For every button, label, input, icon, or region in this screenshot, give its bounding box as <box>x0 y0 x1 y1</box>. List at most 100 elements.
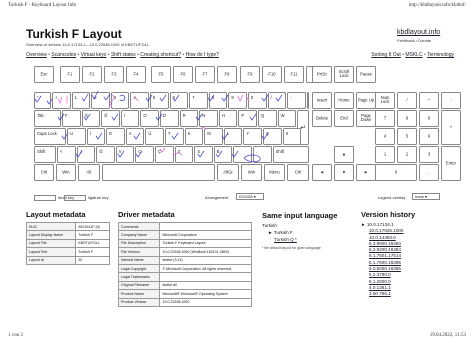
key-u[interactable]: U <box>67 128 86 145</box>
key-r[interactable]: R <box>179 110 199 127</box>
key-sym[interactable]: Ö <box>96 146 115 163</box>
key-np-minus[interactable]: - <box>441 92 461 109</box>
key-num-3[interactable]: 3 <box>110 92 130 109</box>
key-f11[interactable]: F11 <box>284 66 304 83</box>
key-num-lock[interactable]: Num Lock <box>375 92 395 109</box>
key-num-sym[interactable]: / <box>267 92 287 109</box>
key-np-6[interactable]: 6 <box>419 128 439 145</box>
key-f9[interactable]: F9 <box>240 66 260 83</box>
key-np-4[interactable]: 4 <box>375 128 395 145</box>
key-t[interactable]: T <box>165 128 184 145</box>
key-np-enter[interactable]: Enter <box>441 146 461 181</box>
key-num-7[interactable]: 7 <box>189 92 208 109</box>
key-alt-left[interactable]: Alt <box>78 164 100 181</box>
key-f7[interactable]: F7 <box>195 66 215 83</box>
key-np-2[interactable]: 2 <box>397 146 417 163</box>
arrow-up-key[interactable]: ▲ <box>334 146 354 163</box>
key-np-8[interactable]: 8 <box>397 110 417 127</box>
key-f10[interactable]: F10 <box>262 66 282 83</box>
key-space[interactable] <box>102 164 215 181</box>
arrow-down-key[interactable]: ▼ <box>334 164 354 181</box>
key-m[interactable]: M <box>204 128 223 145</box>
key-np-decimal[interactable]: , <box>419 164 439 181</box>
key-sym[interactable]: Ç <box>155 146 174 163</box>
key-w[interactable]: W <box>277 110 297 127</box>
key-num-sym[interactable]: - <box>287 92 306 109</box>
key-ctrl-right[interactable]: Ctrl <box>287 164 309 181</box>
key-f2[interactable]: F2 <box>82 66 102 83</box>
key-insert[interactable]: Insert <box>312 92 332 109</box>
key-menu[interactable]: Menu <box>264 164 285 181</box>
key-f1[interactable]: F1 <box>60 66 80 83</box>
key-sym[interactable]: , <box>253 146 272 163</box>
key-p[interactable]: P <box>238 110 257 127</box>
key-j[interactable]: J <box>76 146 96 163</box>
key-delete[interactable]: Delete <box>312 110 332 127</box>
key-ctrl-left[interactable]: Ctrl <box>34 164 54 181</box>
key-l[interactable]: L <box>223 128 243 145</box>
key-num-5[interactable]: 5 <box>150 92 169 109</box>
key-o[interactable]: O <box>140 110 159 127</box>
key-shift-left[interactable]: Shift <box>34 146 56 163</box>
key-shift-right[interactable]: Shift <box>272 146 309 163</box>
key-win-right[interactable]: Win <box>241 164 262 181</box>
key-f5[interactable]: F5 <box>151 66 171 83</box>
key-g[interactable]: G <box>81 110 101 127</box>
key-np-3[interactable]: 3 <box>419 146 439 163</box>
key-num-2[interactable]: 2 <box>91 92 110 109</box>
key-caps-lock[interactable]: Caps Lock <box>34 128 66 145</box>
key-prtsc[interactable]: PrtSc <box>312 66 332 83</box>
key-home[interactable]: Home <box>334 92 354 109</box>
key-h[interactable]: H <box>218 110 238 127</box>
key-q[interactable]: Q <box>258 110 277 127</box>
key-n[interactable]: N <box>199 110 218 127</box>
key-np-multiply[interactable]: * <box>419 92 439 109</box>
key-y[interactable]: Y <box>243 128 262 145</box>
key-num-4[interactable]: 4 <box>130 92 149 109</box>
key-np-0[interactable]: 0 <box>375 164 417 181</box>
key-num-sym[interactable]: + <box>52 92 71 109</box>
key-page-up[interactable]: Page Up <box>356 92 376 109</box>
key-k[interactable]: K <box>184 128 204 145</box>
key-backquote[interactable]: " <box>34 92 51 109</box>
key-np-5[interactable]: 5 <box>397 128 417 145</box>
key-np-7[interactable]: 7 <box>375 110 395 127</box>
version-link[interactable]: 3.50.796.1 <box>361 291 404 297</box>
key-num-9[interactable]: 9 <box>228 92 247 109</box>
key-i[interactable]: İ <box>86 128 106 145</box>
key-z[interactable]: Z <box>174 146 194 163</box>
key-x[interactable]: X <box>282 128 302 145</box>
key-i[interactable]: I <box>120 110 140 127</box>
key-esc[interactable]: Esc <box>34 66 54 83</box>
key-f8[interactable]: F8 <box>217 66 237 83</box>
key-e[interactable]: E <box>106 128 125 145</box>
key-tab[interactable]: Tab <box>34 110 61 127</box>
key-sym[interactable]: Ü <box>145 128 164 145</box>
key-altgr[interactable]: AltGr <box>217 164 239 181</box>
key-sym[interactable]: Ş <box>263 128 282 145</box>
key-c[interactable]: C <box>135 146 154 163</box>
key-num-1[interactable]: 1 <box>71 92 91 109</box>
key-np-divide[interactable]: / <box>397 92 417 109</box>
key-np-9[interactable]: 9 <box>419 110 439 127</box>
key-np-1[interactable]: 1 <box>375 146 395 163</box>
key-f[interactable]: F <box>62 110 81 127</box>
key-b[interactable]: B <box>213 146 233 163</box>
key-end[interactable]: End <box>334 110 354 127</box>
key-page-down[interactable]: Page Down <box>356 110 376 127</box>
key-sym[interactable]: < <box>57 146 76 163</box>
key-scroll-lock[interactable]: Scroll Lock <box>334 66 354 83</box>
key-s[interactable]: S <box>194 146 213 163</box>
key-v[interactable]: V <box>115 146 135 163</box>
key-sym[interactable]: Ğ <box>101 110 120 127</box>
key-pause[interactable]: Pause <box>356 66 376 83</box>
key-backspace[interactable]: ⟵ <box>306 92 309 109</box>
key-d[interactable]: D <box>160 110 179 127</box>
key-num-8[interactable]: 8 <box>208 92 228 109</box>
overlay-select[interactable]: none ▾ <box>412 193 440 200</box>
key-num-0[interactable]: 0 <box>248 92 267 109</box>
key-f6[interactable]: F6 <box>173 66 193 83</box>
key-f4[interactable]: F4 <box>126 66 146 83</box>
key-f3[interactable]: F3 <box>104 66 124 83</box>
key-np-plus[interactable]: + <box>441 110 461 145</box>
